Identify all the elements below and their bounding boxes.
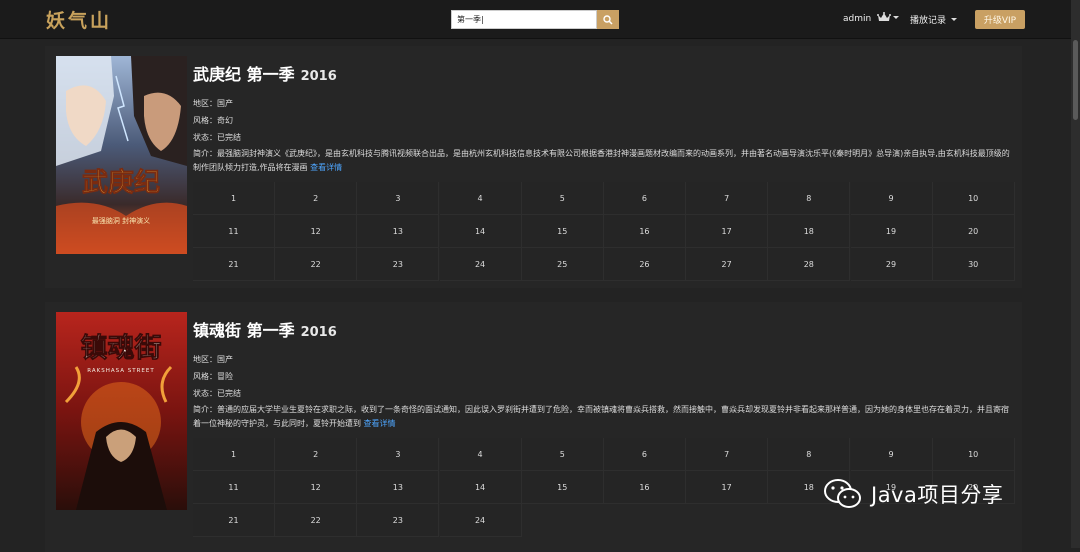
episode-button[interactable]: 6 [603,182,686,215]
wechat-icon [824,479,861,508]
episode-button[interactable]: 22 [275,248,358,281]
show-region: 地区：国产 [193,355,233,364]
chevron-down-icon [893,16,899,19]
site-logo[interactable]: 妖气山 [46,6,112,33]
view-details-link[interactable]: 查看详情 [364,419,396,428]
episode-button[interactable]: 2 [275,438,358,471]
episode-button[interactable]: 27 [686,248,769,281]
episode-button[interactable]: 4 [439,182,522,215]
watermark-text: Java项目分享 [871,483,1004,507]
episode-button[interactable]: 13 [357,215,440,248]
episode-button[interactable]: 18 [768,215,851,248]
episode-button[interactable]: 19 [850,215,933,248]
poster-subtitle: 最强脑洞 封神演义 [92,216,150,225]
search-button[interactable] [597,10,619,29]
show-info: 武庚纪 第一季 2016 地区：国产 风格：奇幻 状态：已完结 简介：最强脑洞封… [193,61,1013,175]
episode-button[interactable]: 25 [521,248,604,281]
episode-button[interactable]: 2 [275,182,358,215]
episode-button[interactable]: 12 [275,215,358,248]
show-info: 镇魂街 第一季 2016 地区：国产 风格：冒险 状态：已完结 简介：普通的应届… [193,317,1013,431]
episode-button[interactable]: 29 [850,248,933,281]
show-card: 武庚纪 最强脑洞 封神演义 武庚纪 第一季 2016 地区：国产 风格：奇幻 状… [45,46,1022,288]
episode-button[interactable]: 23 [357,248,440,281]
upgrade-vip-button[interactable]: 升级VIP [975,10,1025,29]
show-card: 镇魂街 RAKSHASA STREET 镇魂街 第一季 2016 地区：国产 风… [45,302,1022,552]
show-title[interactable]: 镇魂街 第一季 [193,317,295,341]
top-navbar: 妖气山 admin 播放记录 升级VIP [0,0,1080,39]
show-genre: 风格：冒险 [193,372,233,381]
episode-button[interactable]: 17 [686,471,769,504]
episode-button[interactable]: 28 [768,248,851,281]
poster-title: 武庚纪 [82,167,160,198]
episode-button[interactable]: 15 [521,215,604,248]
episode-button[interactable]: 12 [275,471,358,504]
history-label: 播放记录 [910,16,947,26]
show-title-row: 镇魂街 第一季 2016 [193,317,1013,341]
episode-button[interactable]: 23 [357,504,440,537]
episode-button[interactable]: 21 [193,504,275,537]
episode-button[interactable]: 14 [439,471,522,504]
episode-button[interactable]: 22 [275,504,358,537]
show-intro-text: 简介：普通的应届大学毕业生夏铃在求职之际，收到了一条奇怪的面试通知，因此误入罗刹… [193,405,1009,428]
episode-button[interactable]: 11 [193,215,275,248]
page-scrollbar[interactable] [1071,0,1080,548]
episode-button[interactable]: 10 [932,438,1015,471]
view-details-link[interactable]: 查看详情 [310,163,342,172]
show-intro: 简介：最强脑洞封神演义《武庚纪》，是由玄机科技与腾讯视频联合出品，是由杭州玄机科… [193,147,1013,175]
episode-button[interactable]: 11 [193,471,275,504]
episode-button[interactable]: 8 [768,438,851,471]
show-title[interactable]: 武庚纪 第一季 [193,61,295,85]
episode-button[interactable]: 7 [686,438,769,471]
episode-button[interactable]: 13 [357,471,440,504]
episode-button[interactable]: 9 [850,438,933,471]
search-input[interactable] [451,10,597,29]
show-intro: 简介：普通的应届大学毕业生夏铃在求职之际，收到了一条奇怪的面试通知，因此误入罗刹… [193,403,1013,431]
episode-button[interactable]: 26 [603,248,686,281]
watermark: Java项目分享 [823,478,1003,510]
episode-button[interactable]: 3 [357,182,440,215]
episode-button[interactable]: 21 [193,248,275,281]
show-poster[interactable]: 武庚纪 最强脑洞 封神演义 [56,56,187,254]
episode-grid: 1 2 3 4 5 6 7 8 9 10 11 12 13 14 15 16 17 18 19 20 21 22 23 24 2… [193,182,1015,281]
episode-button[interactable]: 7 [686,182,769,215]
episode-button[interactable]: 8 [768,182,851,215]
show-year: 2016 [300,325,337,340]
show-region: 地区：国产 [193,99,233,108]
poster-title: 镇魂街 [81,333,162,364]
vip-crown-menu[interactable] [877,12,899,23]
show-title-row: 武庚纪 第一季 2016 [193,61,1013,85]
search-icon [603,14,613,25]
episode-button[interactable]: 5 [521,182,604,215]
episode-button[interactable]: 15 [521,471,604,504]
episode-button[interactable]: 5 [521,438,604,471]
show-status: 状态：已完结 [193,389,241,398]
show-year: 2016 [300,69,337,84]
episode-button[interactable]: 24 [439,504,522,537]
episode-button[interactable]: 17 [686,215,769,248]
show-poster[interactable]: 镇魂街 RAKSHASA STREET [56,312,187,510]
episode-button[interactable]: 16 [603,215,686,248]
episode-button[interactable]: 30 [932,248,1015,281]
episode-button[interactable]: 6 [603,438,686,471]
episode-button[interactable]: 1 [193,182,275,215]
episode-button[interactable]: 10 [932,182,1015,215]
poster-subtitle: RAKSHASA STREET [87,368,154,374]
episode-button[interactable]: 4 [439,438,522,471]
search-bar [451,10,619,29]
scrollbar-thumb[interactable] [1073,40,1078,120]
history-menu[interactable]: 播放记录 [910,13,958,26]
crown-icon [877,12,891,21]
show-status: 状态：已完结 [193,133,241,142]
episode-button[interactable]: 16 [603,471,686,504]
episode-button[interactable]: 24 [439,248,522,281]
episode-button[interactable]: 3 [357,438,440,471]
episode-button[interactable]: 1 [193,438,275,471]
episode-button[interactable]: 20 [932,215,1015,248]
user-name[interactable]: admin [843,14,871,24]
episode-button[interactable]: 9 [850,182,933,215]
episode-button[interactable]: 14 [439,215,522,248]
chevron-down-icon [951,18,958,21]
show-genre: 风格：奇幻 [193,116,233,125]
